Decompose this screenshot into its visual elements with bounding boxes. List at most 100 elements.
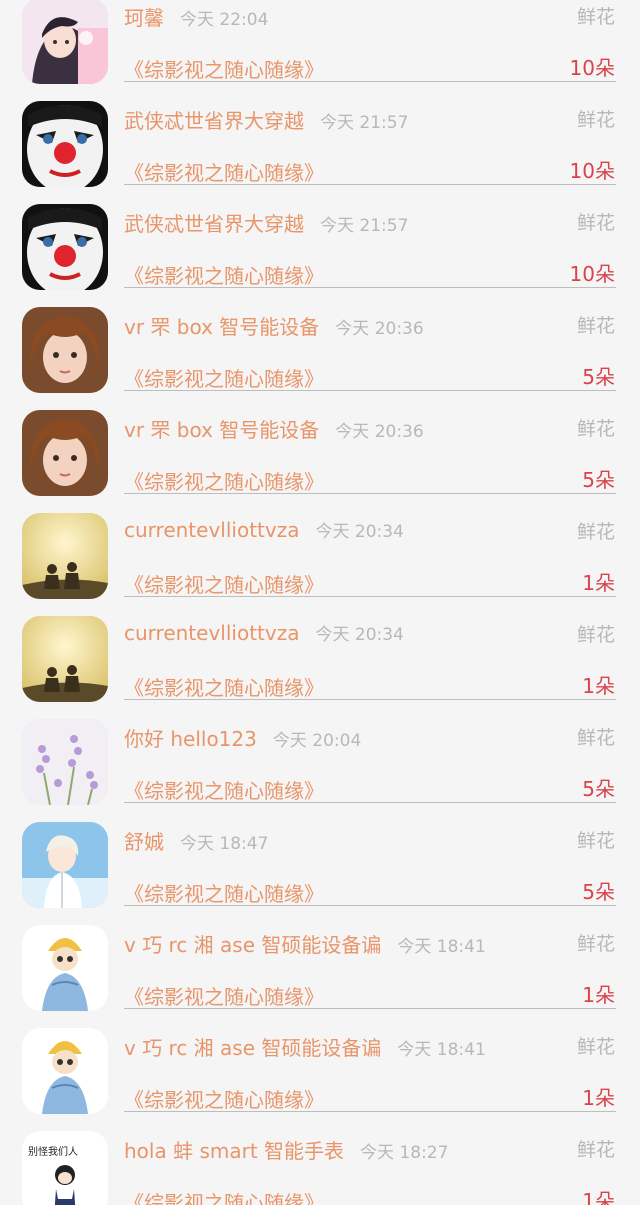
row-divider	[124, 1008, 616, 1009]
user-avatar[interactable]: 别怪我们人	[22, 1131, 108, 1205]
sender-name-text: hola 蚌 smart 智能手表	[124, 1139, 345, 1163]
sender-name-text: v 巧 rc 湘 ase 智硕能设备谝	[124, 933, 382, 957]
flower-count: 10朵	[569, 262, 615, 286]
user-avatar[interactable]	[22, 0, 108, 84]
flower-count: 10朵	[569, 159, 615, 183]
gift-type-label: 鲜花	[576, 1036, 615, 1058]
gift-row[interactable]: vr 罘 box 智号能设备 今天 20:36 鲜花《综影视之随心随缘》 5朵	[0, 410, 640, 513]
book-title-link[interactable]: 《综影视之随心随缘》	[124, 672, 324, 701]
book-title-link[interactable]: 《综影视之随心随缘》	[124, 569, 324, 598]
flower-count: 10朵	[569, 56, 615, 80]
sender-name[interactable]: 舒娍 今天 18:47	[124, 826, 268, 855]
sender-name-text: vr 罘 box 智号能设备	[124, 418, 320, 442]
book-title-link[interactable]: 《综影视之随心随缘》	[124, 260, 324, 289]
gift-type-label: 鲜花	[576, 109, 615, 131]
sender-name-text: 武侠忒世省界大穿越	[124, 212, 304, 236]
gift-type-label: 鲜花	[576, 315, 615, 337]
user-avatar[interactable]	[22, 101, 108, 187]
gift-row[interactable]: 舒娍 今天 18:47 鲜花《综影视之随心随缘》 5朵	[0, 822, 640, 925]
sender-name[interactable]: vr 罘 box 智号能设备 今天 20:36	[124, 414, 424, 443]
user-avatar[interactable]	[22, 410, 108, 496]
flower-gift-list: 珂馨 今天 22:04 鲜花 《综影视之随心随缘》 10朵 武侠忒世省界大穿越 今天 21:…	[0, 0, 640, 1205]
gift-row[interactable]: currentevlliottvza 今天 20:34 鲜花《综影视之随心随缘》 1朵	[0, 616, 640, 719]
row-divider	[124, 1111, 616, 1112]
flower-count: 5朵	[582, 777, 615, 801]
gift-row[interactable]: 珂馨 今天 22:04 鲜花《综影视之随心随缘》 10朵	[0, 0, 640, 101]
sender-name[interactable]: currentevlliottvza 今天 20:34	[124, 517, 404, 542]
gift-timestamp: 今天 20:36	[335, 319, 424, 339]
book-title-link[interactable]: 《综影视之随心随缘》	[124, 466, 324, 495]
sender-name[interactable]: 武侠忒世省界大穿越 今天 21:57	[124, 208, 408, 237]
gift-type-label: 鲜花	[576, 830, 615, 852]
book-title-link[interactable]: 《综影视之随心随缘》	[124, 157, 324, 186]
flower-count: 1朵	[582, 674, 615, 698]
gift-timestamp: 今天 20:34	[315, 522, 404, 542]
row-divider	[124, 596, 616, 597]
user-avatar[interactable]	[22, 307, 108, 393]
book-title-link[interactable]: 《综影视之随心随缘》	[124, 54, 324, 83]
user-avatar[interactable]	[22, 719, 108, 805]
sender-name[interactable]: v 巧 rc 湘 ase 智硕能设备谝 今天 18:41	[124, 929, 486, 958]
book-title-link[interactable]: 《综影视之随心随缘》	[124, 878, 324, 907]
gift-timestamp: 今天 21:57	[320, 216, 409, 236]
gift-timestamp: 今天 18:41	[397, 937, 486, 957]
gift-row[interactable]: vr 罘 box 智号能设备 今天 20:36 鲜花《综影视之随心随缘》 5朵	[0, 307, 640, 410]
gift-row[interactable]: v 巧 rc 湘 ase 智硕能设备谝 今天 18:41 鲜花《综影视之随心随缘》 1…	[0, 1028, 640, 1131]
flower-count: 1朵	[582, 1189, 615, 1205]
gift-row[interactable]: 你好 hello123 今天 20:04 鲜花 《综影视之随心随缘》 5朵	[0, 719, 640, 822]
gift-timestamp: 今天 20:36	[335, 422, 424, 442]
gift-timestamp: 今天 18:27	[360, 1143, 449, 1163]
sender-name[interactable]: 珂馨 今天 22:04	[124, 2, 268, 31]
gift-type-label: 鲜花	[576, 521, 615, 543]
gift-timestamp: 今天 20:04	[272, 731, 362, 751]
gift-type-label: 鲜花	[576, 418, 615, 440]
sender-name[interactable]: v 巧 rc 湘 ase 智硕能设备谝 今天 18:41	[124, 1032, 486, 1061]
row-divider	[124, 81, 616, 82]
gift-row[interactable]: currentevlliottvza 今天 20:34 鲜花《综影视之随心随缘》 1朵	[0, 513, 640, 616]
user-avatar[interactable]	[22, 616, 108, 702]
flower-count: 1朵	[582, 1086, 615, 1110]
sender-name-text: 珂馨	[124, 6, 164, 30]
sender-name[interactable]: vr 罘 box 智号能设备 今天 20:36	[124, 311, 424, 340]
sender-name-text: currentevlliottvza	[124, 621, 300, 645]
book-title-link[interactable]: 《综影视之随心随缘》	[124, 775, 324, 804]
gift-type-label: 鲜花	[576, 1139, 615, 1161]
gift-type-label: 鲜花	[576, 6, 615, 28]
sender-name-text: vr 罘 box 智号能设备	[124, 315, 320, 339]
row-divider	[124, 390, 616, 391]
book-title-link[interactable]: 《综影视之随心随缘》	[124, 981, 324, 1010]
sender-name[interactable]: 武侠忒世省界大穿越 今天 21:57	[124, 105, 408, 134]
sender-name[interactable]: hola 蚌 smart 智能手表 今天 18:27	[124, 1135, 448, 1164]
gift-type-label: 鲜花	[576, 624, 615, 646]
sender-name[interactable]: 你好 hello123 今天 20:04	[124, 723, 361, 752]
sender-name-text: 舒娍	[124, 830, 164, 854]
gift-timestamp: 今天 18:47	[180, 834, 269, 854]
gift-row[interactable]: 武侠忒世省界大穿越 今天 21:57 鲜花《综影视之随心随缘》 10朵	[0, 101, 640, 204]
user-avatar[interactable]	[22, 513, 108, 599]
row-divider	[124, 287, 616, 288]
flower-count: 5朵	[582, 365, 615, 389]
svg-text:别怪我们人: 别怪我们人	[28, 1145, 78, 1158]
sender-name-text: currentevlliottvza	[124, 518, 300, 542]
sender-name[interactable]: currentevlliottvza 今天 20:34	[124, 620, 404, 645]
user-avatar[interactable]	[22, 925, 108, 1011]
book-title-link[interactable]: 《综影视之随心随缘》	[124, 1187, 324, 1205]
flower-count: 5朵	[582, 880, 615, 904]
gift-row[interactable]: 武侠忒世省界大穿越 今天 21:57 鲜花《综影视之随心随缘》 10朵	[0, 204, 640, 307]
gift-type-label: 鲜花	[576, 212, 615, 234]
flower-count: 5朵	[582, 468, 615, 492]
user-avatar[interactable]	[22, 822, 108, 908]
gift-row[interactable]: 别怪我们人 hola 蚌 smart 智能手表 今天 18:27 鲜花《综影视之随心随…	[0, 1131, 640, 1205]
flower-count: 1朵	[582, 571, 615, 595]
book-title-link[interactable]: 《综影视之随心随缘》	[124, 363, 324, 392]
gift-row[interactable]: v 巧 rc 湘 ase 智硕能设备谝 今天 18:41 鲜花《综影视之随心随缘》 1…	[0, 925, 640, 1028]
row-divider	[124, 802, 616, 803]
user-avatar[interactable]	[22, 204, 108, 290]
flower-count: 1朵	[582, 983, 615, 1007]
book-title-link[interactable]: 《综影视之随心随缘》	[124, 1084, 324, 1113]
row-divider	[124, 184, 616, 185]
gift-timestamp: 今天 20:34	[315, 625, 404, 645]
user-avatar[interactable]	[22, 1028, 108, 1114]
gift-type-label: 鲜花	[576, 933, 615, 955]
gift-timestamp: 今天 22:04	[180, 10, 269, 30]
